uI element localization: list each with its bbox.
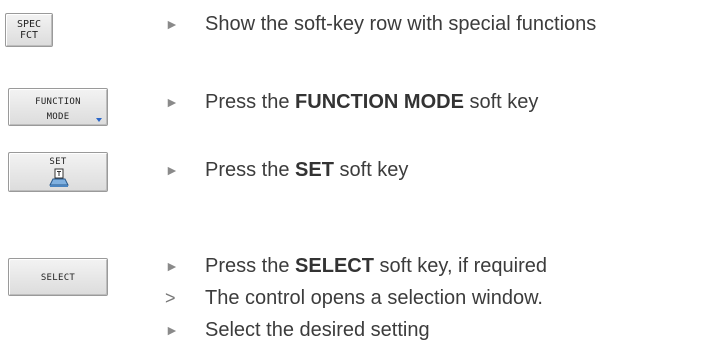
spec-fct-key[interactable]: SPEC FCT bbox=[5, 13, 53, 47]
set-softkey[interactable]: SET bbox=[8, 152, 108, 192]
function-mode-softkey[interactable]: FUNCTION MODE bbox=[8, 88, 108, 126]
step-text: Press the FUNCTION MODE soft key bbox=[205, 91, 539, 113]
function-mode-label-line2: MODE bbox=[46, 112, 70, 122]
set-preset-icon bbox=[49, 168, 69, 187]
action-marker-icon: ► bbox=[165, 162, 179, 178]
step-text: Press the SELECT soft key, if required bbox=[205, 255, 547, 277]
action-marker-icon: ► bbox=[165, 16, 179, 32]
action-marker-icon: ► bbox=[165, 258, 179, 274]
step-text: The control opens a selection window. bbox=[205, 287, 543, 309]
menu-indicator-icon bbox=[96, 118, 102, 122]
step-text: Select the desired setting bbox=[205, 319, 430, 341]
set-softkey-label: SET bbox=[49, 157, 67, 167]
select-softkey-label: SELECT bbox=[40, 273, 76, 283]
action-marker-icon: ► bbox=[165, 322, 179, 338]
function-mode-label-line1: FUNCTION bbox=[35, 97, 81, 107]
spec-fct-key-line1: SPEC bbox=[16, 19, 42, 30]
result-marker-icon: > bbox=[165, 288, 176, 308]
select-softkey[interactable]: SELECT bbox=[8, 258, 108, 296]
action-marker-icon: ► bbox=[165, 94, 179, 110]
spec-fct-key-line2: FCT bbox=[19, 30, 39, 41]
step-text: Press the SET soft key bbox=[205, 159, 409, 181]
step-text: Show the soft-key row with special funct… bbox=[205, 13, 597, 35]
